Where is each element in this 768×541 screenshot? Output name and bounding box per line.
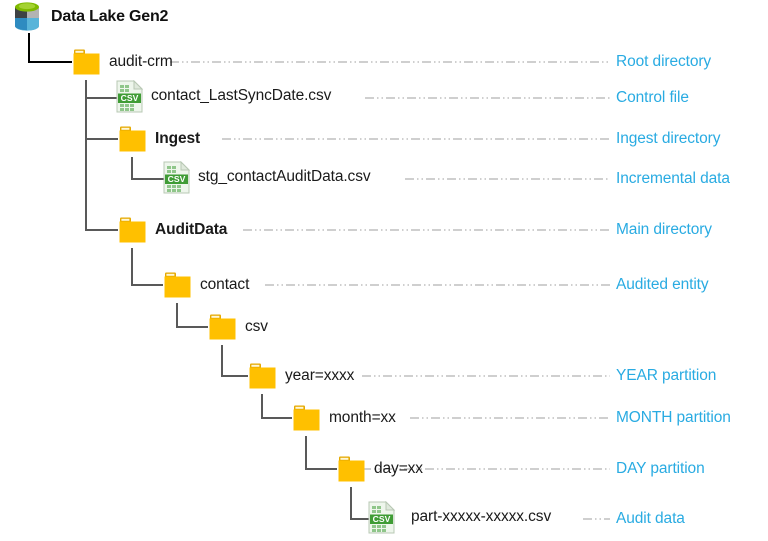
tree-node-label: part-xxxxx-xxxxx.csv [411, 508, 552, 526]
annotation-control-file: Control file [616, 89, 689, 106]
csv-file-icon: CSV [116, 79, 143, 113]
tree-node-contact[interactable]: contact [163, 270, 249, 300]
tree-node-part-file[interactable]: CSV part-xxxxx-xxxxx.csv [368, 500, 552, 534]
tree-node-label: csv [245, 318, 268, 336]
root-node-data-lake[interactable]: Data Lake Gen2 [12, 0, 168, 34]
tree-node-stg-contactauditdata-csv[interactable]: CSV stg_contactAuditData.csv [163, 160, 371, 194]
svg-text:CSV: CSV [168, 174, 186, 184]
annotation-month-partition: MONTH partition [616, 409, 731, 426]
tree-node-label: year=xxxx [285, 367, 355, 385]
folder-icon [337, 455, 366, 483]
root-title: Data Lake Gen2 [51, 8, 169, 25]
folder-icon [292, 404, 321, 432]
tree-node-label: AuditData [155, 221, 228, 239]
annotation-audited-entity: Audited entity [616, 276, 709, 293]
annotation-year-partition: YEAR partition [616, 367, 717, 384]
annotation-day-partition: DAY partition [616, 460, 705, 477]
annotation-main-directory: Main directory [616, 221, 712, 238]
tree-node-csv[interactable]: csv [208, 312, 268, 342]
annotation-incremental-data: Incremental data [616, 170, 730, 187]
folder-icon [118, 125, 147, 153]
tree-node-day-partition[interactable]: day=xx [337, 454, 423, 484]
folder-icon [72, 48, 101, 76]
annotation-ingest-directory: Ingest directory [616, 130, 721, 147]
csv-file-icon: CSV [163, 160, 190, 194]
folder-structure-diagram: Data Lake Gen2 audit-crm CSV contact_Las… [0, 0, 768, 541]
folder-icon [208, 313, 237, 341]
csv-file-icon: CSV [368, 500, 395, 534]
tree-node-audit-crm[interactable]: audit-crm [72, 47, 173, 77]
svg-text:CSV: CSV [373, 514, 391, 524]
annotation-root-directory: Root directory [616, 53, 712, 70]
folder-icon [163, 271, 192, 299]
folder-icon [118, 216, 147, 244]
annotation-audit-data: Audit data [616, 510, 685, 527]
data-lake-icon [12, 1, 42, 33]
tree-node-label: audit-crm [109, 53, 173, 71]
tree-node-label: stg_contactAuditData.csv [198, 168, 371, 186]
tree-node-label: day=xx [374, 460, 423, 478]
folder-icon [248, 362, 277, 390]
tree-node-month-partition[interactable]: month=xx [292, 403, 396, 433]
tree-node-label: Ingest [155, 130, 201, 148]
tree-node-ingest[interactable]: Ingest [118, 124, 200, 154]
tree-node-year-partition[interactable]: year=xxxx [248, 361, 354, 391]
tree-node-contact-lastsyncdate-csv[interactable]: CSV contact_LastSyncDate.csv [116, 79, 332, 113]
tree-node-label: contact [200, 276, 250, 294]
svg-text:CSV: CSV [121, 93, 139, 103]
tree-node-auditdata[interactable]: AuditData [118, 215, 227, 245]
tree-node-label: month=xx [329, 409, 396, 427]
tree-node-label: contact_LastSyncDate.csv [151, 87, 332, 105]
